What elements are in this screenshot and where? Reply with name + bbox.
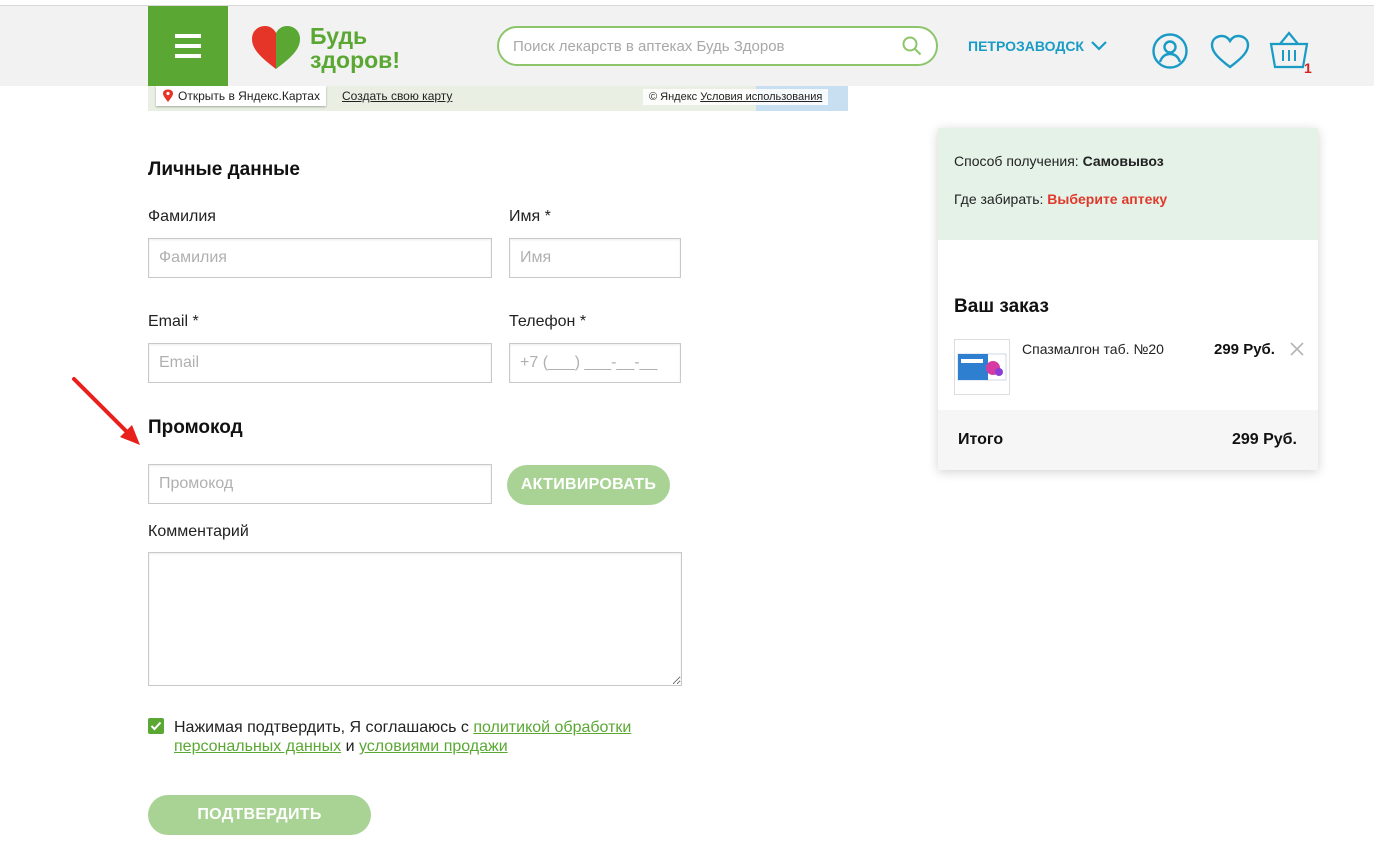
- activate-promo-button[interactable]: АКТИВИРОВАТЬ: [507, 465, 670, 505]
- terms-of-sale-link[interactable]: условиями продажи: [359, 738, 508, 755]
- comment-label: Комментарий: [148, 523, 249, 540]
- promo-code-field[interactable]: [148, 464, 492, 504]
- consent-text-middle: и: [341, 738, 359, 755]
- order-total-row: Итого 299 Руб.: [938, 410, 1318, 470]
- logo-text: Будь здоров!: [310, 24, 400, 72]
- surname-label: Фамилия: [148, 208, 216, 225]
- consent-text: Нажимая подтвердить, Я соглашаюсь с поли…: [174, 718, 674, 756]
- name-field[interactable]: [509, 238, 681, 278]
- submit-button[interactable]: ПОДТВЕРДИТЬ: [148, 795, 371, 835]
- map-copyright-text: © Яндекс: [649, 91, 698, 103]
- email-field[interactable]: [148, 343, 492, 383]
- delivery-method-value: Самовывоз: [1082, 153, 1164, 169]
- red-arrow-annotation: [72, 377, 140, 445]
- create-map-link[interactable]: Создать свою карту: [342, 86, 452, 106]
- heart-logo-icon: [252, 26, 300, 69]
- consent-checkbox[interactable]: [148, 718, 164, 734]
- logo-line-2: здоров!: [310, 47, 400, 73]
- map-copyright: © Яндекс Условия использования: [643, 89, 829, 105]
- city-label: ПЕТРОЗАВОДСК: [968, 38, 1084, 54]
- menu-icon[interactable]: [148, 6, 228, 86]
- pickup-row: Где забирать: Выберите аптеку: [954, 191, 1167, 207]
- promo-title: Промокод: [148, 417, 243, 438]
- city-selector[interactable]: ПЕТРОЗАВОДСК: [968, 38, 1108, 54]
- phone-field[interactable]: [509, 343, 681, 383]
- close-icon[interactable]: [1290, 342, 1304, 356]
- order-summary-card: Способ получения: Самовывоз Где забирать…: [938, 128, 1318, 470]
- delivery-info: Способ получения: Самовывоз Где забирать…: [938, 128, 1318, 240]
- surname-field[interactable]: [148, 238, 492, 278]
- comment-field[interactable]: [148, 552, 682, 686]
- cart-count-badge: 1: [1304, 60, 1312, 76]
- yandex-map[interactable]: Открыть в Яндекс.Картах Создать свою кар…: [148, 86, 848, 111]
- order-title: Ваш заказ: [954, 296, 1049, 317]
- chevron-down-icon: [1091, 41, 1107, 51]
- order-item-price: 299 Руб.: [1214, 341, 1275, 358]
- email-label: Email *: [148, 313, 199, 330]
- search-icon[interactable]: [902, 36, 922, 56]
- checkmark-icon: [150, 721, 162, 731]
- consent-text-before: Нажимая подтвердить, Я соглашаюсь с: [174, 719, 474, 736]
- logo-line-1: Будь: [310, 23, 368, 49]
- site-header: Будь здоров! ПЕТРОЗАВОДСК 1: [0, 6, 1374, 86]
- choose-pharmacy-link[interactable]: Выберите аптеку: [1047, 191, 1167, 207]
- open-in-yandex-maps-label: Открыть в Яндекс.Картах: [178, 89, 320, 103]
- search-box: [497, 26, 938, 66]
- delivery-method-row: Способ получения: Самовывоз: [954, 153, 1164, 169]
- open-in-yandex-maps-button[interactable]: Открыть в Яндекс.Картах: [156, 86, 326, 106]
- user-icon[interactable]: [1151, 32, 1189, 70]
- total-label: Итого: [958, 431, 1004, 448]
- product-thumbnail: [954, 339, 1010, 395]
- map-terms-link[interactable]: Условия использования: [700, 91, 822, 103]
- name-label: Имя *: [509, 208, 551, 225]
- phone-label: Телефон *: [509, 313, 587, 330]
- order-item-name: Спазмалгон таб. №20: [1022, 341, 1164, 357]
- map-pin-icon: [163, 89, 173, 102]
- delivery-method-label: Способ получения:: [954, 153, 1079, 169]
- personal-data-title: Личные данные: [148, 159, 300, 180]
- site-logo[interactable]: Будь здоров!: [250, 24, 400, 72]
- search-input[interactable]: [513, 37, 902, 55]
- pickup-label: Где забирать:: [954, 191, 1044, 207]
- heart-icon[interactable]: [1210, 34, 1250, 70]
- total-value: 299 Руб.: [1231, 431, 1297, 448]
- medicine-box-image: [957, 353, 1007, 381]
